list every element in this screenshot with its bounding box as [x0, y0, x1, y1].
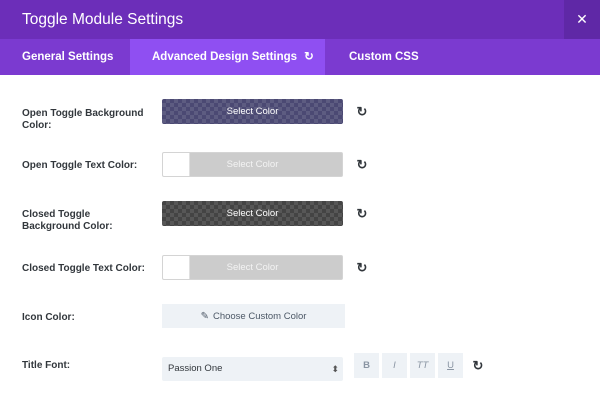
- bold-button[interactable]: B: [354, 353, 379, 378]
- closed-toggle-text-color-label: Closed Toggle Text Color:: [22, 263, 145, 274]
- reset-icon[interactable]: ↻: [355, 260, 369, 275]
- modal-header: Toggle Module Settings ✕: [0, 0, 600, 39]
- open-toggle-text-color-picker[interactable]: Select Color: [162, 152, 343, 177]
- uppercase-button[interactable]: TT: [410, 353, 435, 378]
- color-swatch: [163, 256, 190, 279]
- closed-toggle-bg-color-picker[interactable]: Select Color: [162, 201, 343, 226]
- tab-custom-css[interactable]: Custom CSS: [327, 39, 441, 75]
- open-toggle-bg-color-label: Open Toggle Background Color:: [22, 108, 157, 132]
- title-font-label: Title Font:: [22, 360, 71, 371]
- tab-label: General Settings: [22, 51, 114, 63]
- tab-label: Advanced Design Settings: [152, 51, 298, 63]
- reset-icon[interactable]: ↻: [471, 358, 485, 373]
- color-swatch: [163, 153, 190, 176]
- reset-icon[interactable]: ↻: [355, 157, 369, 172]
- select-arrows-icon: ⬍: [331, 364, 339, 374]
- title-font-select[interactable]: Passion One ⬍: [162, 357, 343, 381]
- label-line: Closed Toggle: [22, 209, 91, 220]
- close-button[interactable]: ✕: [564, 0, 600, 39]
- choose-custom-color-label: Choose Custom Color: [212, 310, 307, 322]
- closed-toggle-bg-color-label: Closed Toggle Background Color:: [22, 209, 157, 233]
- reset-icon[interactable]: ↻: [355, 206, 369, 221]
- tab-general-settings[interactable]: General Settings: [0, 39, 135, 75]
- open-toggle-text-color-label: Open Toggle Text Color:: [22, 160, 138, 171]
- underline-button[interactable]: U: [438, 353, 463, 378]
- closed-toggle-text-color-picker[interactable]: Select Color: [162, 255, 343, 280]
- icon-color-label: Icon Color:: [22, 312, 75, 323]
- choose-custom-color-button[interactable]: ✎ Choose Custom Color: [162, 304, 345, 328]
- tab-bar: General Settings Advanced Design Setting…: [0, 39, 600, 75]
- close-icon: ✕: [576, 11, 588, 27]
- select-color-label: Select Color: [226, 106, 279, 117]
- select-color-label: Select Color: [226, 159, 279, 170]
- italic-button[interactable]: I: [382, 353, 407, 378]
- tab-label: Custom CSS: [349, 51, 419, 63]
- title-font-value: Passion One: [168, 363, 223, 374]
- label-line: Color:: [22, 120, 52, 131]
- open-toggle-bg-color-picker[interactable]: Select Color: [162, 99, 343, 124]
- reset-icon[interactable]: ↻: [304, 39, 314, 75]
- tab-advanced-design-settings[interactable]: Advanced Design Settings ↻: [130, 39, 325, 75]
- select-color-label: Select Color: [226, 208, 279, 219]
- label-line: Open Toggle Background: [22, 108, 144, 119]
- reset-icon[interactable]: ↻: [355, 104, 369, 119]
- modal-title: Toggle Module Settings: [22, 11, 184, 28]
- label-line: Background Color:: [22, 221, 113, 232]
- pencil-icon: ✎: [200, 310, 209, 322]
- select-color-label: Select Color: [226, 262, 279, 273]
